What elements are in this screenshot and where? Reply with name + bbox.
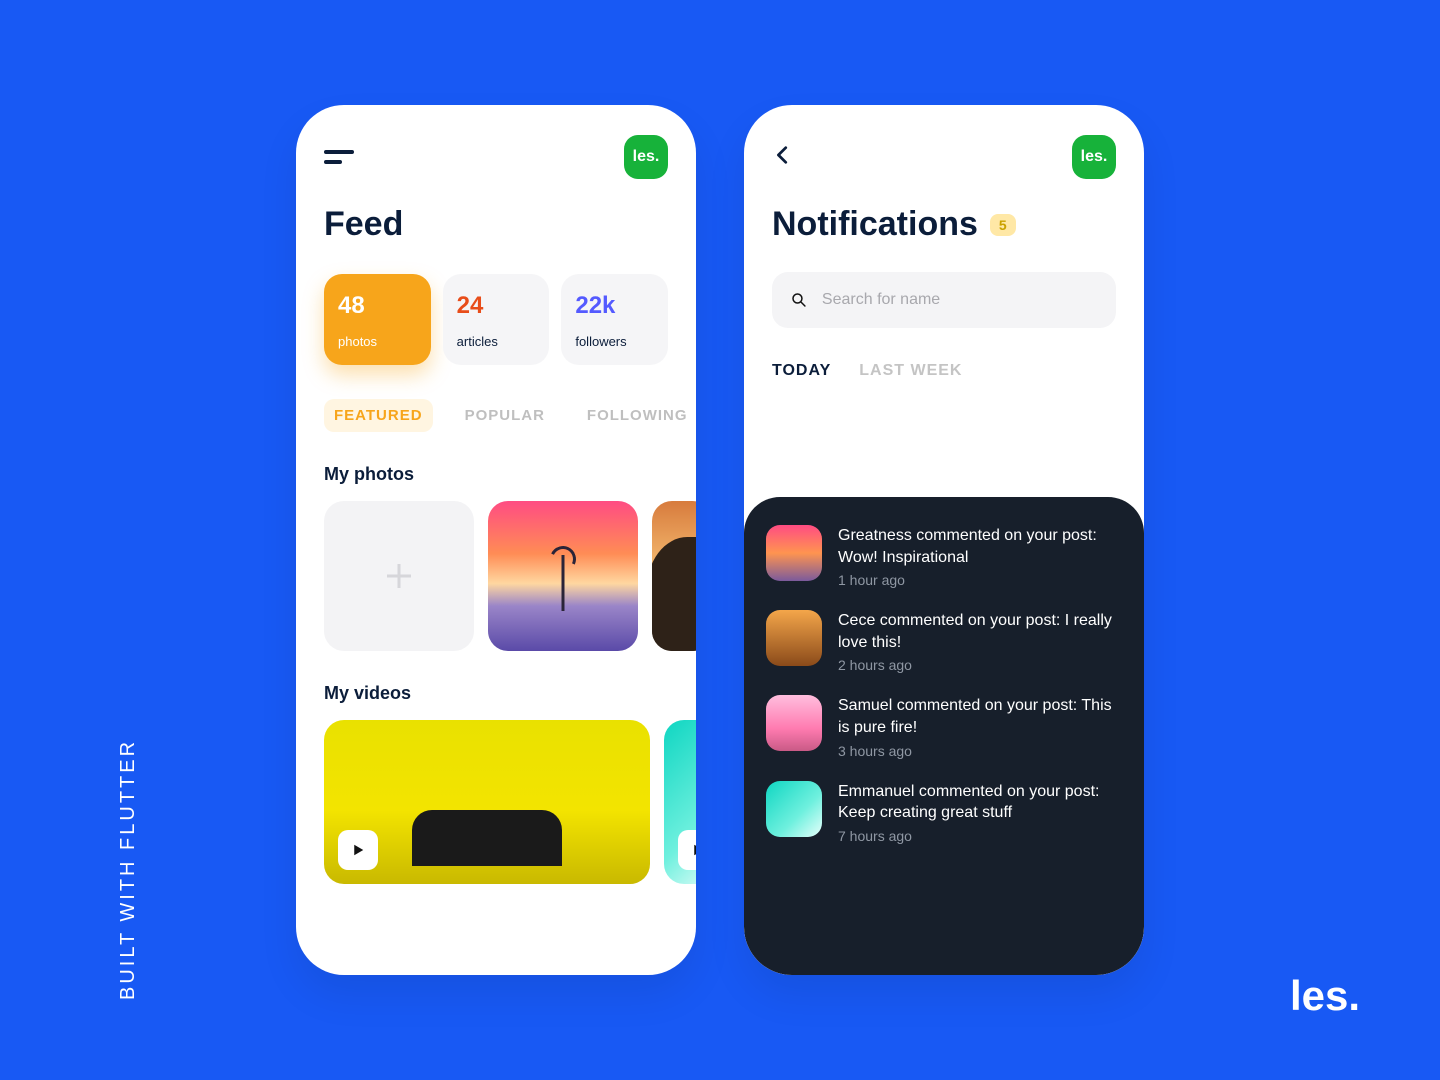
notifications-panel: Greatness commented on your post: Wow! I… bbox=[744, 497, 1144, 975]
play-icon bbox=[349, 841, 367, 859]
tab-today[interactable]: TODAY bbox=[772, 362, 831, 380]
notification-time: 7 hours ago bbox=[838, 828, 1122, 844]
plus-icon bbox=[381, 558, 417, 594]
tab-featured[interactable]: FEATURED bbox=[324, 399, 433, 432]
notification-text: Samuel commented on your post: This is p… bbox=[838, 695, 1122, 738]
notification-time: 3 hours ago bbox=[838, 743, 1122, 759]
stat-followers-label: followers bbox=[575, 334, 654, 349]
notification-item[interactable]: Cece commented on your post: I really lo… bbox=[766, 610, 1122, 673]
page-title: Notifications bbox=[772, 205, 978, 244]
stat-articles-label: articles bbox=[457, 334, 536, 349]
notification-item[interactable]: Samuel commented on your post: This is p… bbox=[766, 695, 1122, 758]
chevron-left-icon bbox=[772, 144, 794, 166]
search-icon bbox=[790, 290, 808, 310]
section-my-videos: My videos bbox=[324, 683, 668, 704]
search-field[interactable] bbox=[772, 272, 1116, 328]
page-title: Feed bbox=[324, 205, 403, 244]
play-button[interactable] bbox=[678, 830, 696, 870]
play-button[interactable] bbox=[338, 830, 378, 870]
stat-articles-value: 24 bbox=[457, 292, 536, 320]
photo-thumbnail[interactable] bbox=[652, 501, 696, 651]
add-photo-button[interactable] bbox=[324, 501, 474, 651]
brand-chip[interactable]: les. bbox=[624, 135, 668, 179]
search-input[interactable] bbox=[822, 291, 1098, 309]
notifications-screen: les. Notifications 5 TODAY LAST WEEK Gre… bbox=[744, 105, 1144, 975]
brand-chip[interactable]: les. bbox=[1072, 135, 1116, 179]
notification-thumbnail bbox=[766, 525, 822, 581]
stat-photos-label: photos bbox=[338, 334, 417, 349]
notification-thumbnail bbox=[766, 781, 822, 837]
notification-count-badge: 5 bbox=[990, 214, 1016, 236]
stat-followers[interactable]: 22k followers bbox=[561, 274, 668, 365]
notification-text: Cece commented on your post: I really lo… bbox=[838, 610, 1122, 653]
stat-photos-value: 48 bbox=[338, 292, 417, 320]
back-button[interactable] bbox=[772, 144, 794, 171]
footer-brand: les. bbox=[1290, 972, 1360, 1020]
feed-screen: les. Feed 48 photos 24 articles 22k foll… bbox=[296, 105, 696, 975]
built-with-flutter-label: BUILT WITH FLUTTER bbox=[117, 739, 140, 1000]
photo-thumbnail[interactable] bbox=[488, 501, 638, 651]
notification-time: 1 hour ago bbox=[838, 572, 1122, 588]
notification-text: Emmanuel commented on your post: Keep cr… bbox=[838, 781, 1122, 824]
stat-followers-value: 22k bbox=[575, 292, 654, 320]
tab-popular[interactable]: POPULAR bbox=[455, 399, 555, 432]
notification-text: Greatness commented on your post: Wow! I… bbox=[838, 525, 1122, 568]
tab-last-week[interactable]: LAST WEEK bbox=[859, 362, 962, 380]
notification-item[interactable]: Emmanuel commented on your post: Keep cr… bbox=[766, 781, 1122, 844]
tab-following[interactable]: FOLLOWING bbox=[577, 399, 696, 432]
notification-item[interactable]: Greatness commented on your post: Wow! I… bbox=[766, 525, 1122, 588]
notification-thumbnail bbox=[766, 695, 822, 751]
stat-photos[interactable]: 48 photos bbox=[324, 274, 431, 365]
notification-time: 2 hours ago bbox=[838, 657, 1122, 673]
play-icon bbox=[689, 841, 696, 859]
video-thumbnail[interactable] bbox=[664, 720, 696, 884]
stat-articles[interactable]: 24 articles bbox=[443, 274, 550, 365]
section-my-photos: My photos bbox=[324, 464, 668, 485]
video-thumbnail[interactable] bbox=[324, 720, 650, 884]
menu-icon[interactable] bbox=[324, 150, 358, 164]
notification-thumbnail bbox=[766, 610, 822, 666]
